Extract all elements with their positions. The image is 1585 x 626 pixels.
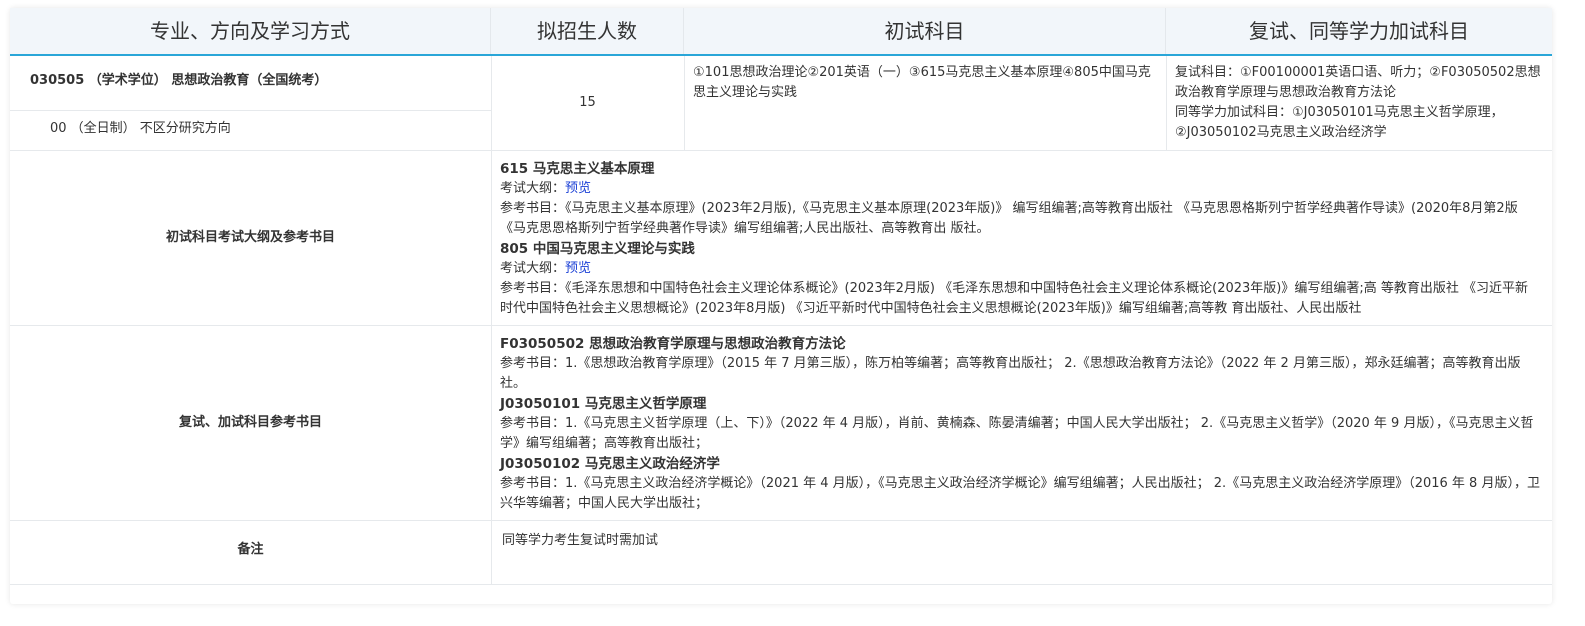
section-notes-content: 同等学力考生复试时需加试	[502, 533, 659, 548]
admission-table: 专业、方向及学习方式 拟招生人数 初试科目 复试、同等学力加试科目 030505…	[10, 8, 1552, 604]
header-quota: 拟招生人数	[491, 8, 684, 54]
table-header: 专业、方向及学习方式 拟招生人数 初试科目 复试、同等学力加试科目	[10, 8, 1552, 56]
reference-books: 参考书目：1.《马克思主义哲学原理（上、下）》（2022 年 4 月版），肖前、…	[500, 416, 1534, 451]
reference-books: 参考书目：1.《思想政治教育学原理》（2015 年 7 月第三版），陈万柏等编著…	[500, 356, 1521, 391]
header-exam-subjects: 初试科目	[684, 8, 1166, 54]
divider	[10, 584, 1552, 585]
subject-title: J03050102 马克思主义政治经济学	[500, 456, 720, 472]
header-retest-subjects: 复试、同等学力加试科目	[1249, 19, 1469, 43]
outline-row: 考试大纲：预览	[500, 259, 1540, 279]
program-quota: 15	[579, 95, 596, 110]
program-direction: 00 （全日制） 不区分研究方向	[50, 121, 231, 136]
section-exam-outline-content: 615 马克思主义基本原理 考试大纲：预览 参考书目：《马克思主义基本原理》(2…	[500, 159, 1540, 319]
program-major: 030505 （学术学位） 思想政治教育（全国统考）	[30, 73, 328, 88]
outline-preview-link[interactable]: 预览	[565, 181, 591, 196]
divider	[491, 150, 492, 584]
subject-title: 615 马克思主义基本原理	[500, 161, 655, 177]
retest-line: 复试科目：①F00100001英语口语、听力；②F03050502思想政治教育学…	[1175, 65, 1541, 100]
program-retest-subjects: 复试科目：①F00100001英语口语、听力；②F03050502思想政治教育学…	[1175, 63, 1545, 143]
divider	[10, 325, 1552, 326]
divider	[684, 56, 685, 150]
divider	[1166, 56, 1167, 150]
program-exam-subjects: ①101思想政治理论②201英语（一）③615马克思主义基本原理④805中国马克…	[693, 65, 1151, 100]
divider	[10, 110, 491, 111]
header-major: 专业、方向及学习方式	[10, 8, 491, 54]
outline-label: 考试大纲：	[500, 181, 566, 196]
outline-label: 考试大纲：	[500, 261, 566, 276]
reference-books: 参考书目：《马克思主义基本原理》(2023年2月版),《马克思主义基本原理(20…	[500, 201, 1518, 236]
subject-title: 805 中国马克思主义理论与实践	[500, 241, 695, 257]
section-notes-label: 备注	[237, 542, 264, 557]
subject-title: F03050502 思想政治教育学原理与思想政治教育方法论	[500, 336, 846, 352]
section-retest-books-content: F03050502 思想政治教育学原理与思想政治教育方法论 参考书目：1.《思想…	[500, 334, 1540, 514]
outline-row: 考试大纲：预览	[500, 179, 1540, 199]
section-retest-books-label: 复试、加试科目参考书目	[178, 415, 322, 430]
outline-preview-link[interactable]: 预览	[565, 261, 591, 276]
divider	[10, 520, 1552, 521]
equivalent-test-line: 同等学力加试科目：①J03050101马克思主义哲学原理，②J03050102马…	[1175, 105, 1504, 140]
reference-books: 参考书目：1.《马克思主义政治经济学概论》（2021 年 4 月版），《马克思主…	[500, 476, 1540, 511]
subject-title: J03050101 马克思主义哲学原理	[500, 396, 707, 412]
reference-books: 参考书目：《毛泽东思想和中国特色社会主义理论体系概论》(2023年2月版) 《毛…	[500, 281, 1529, 316]
divider	[10, 150, 1552, 151]
section-exam-outline-label: 初试科目考试大纲及参考书目	[165, 230, 335, 245]
